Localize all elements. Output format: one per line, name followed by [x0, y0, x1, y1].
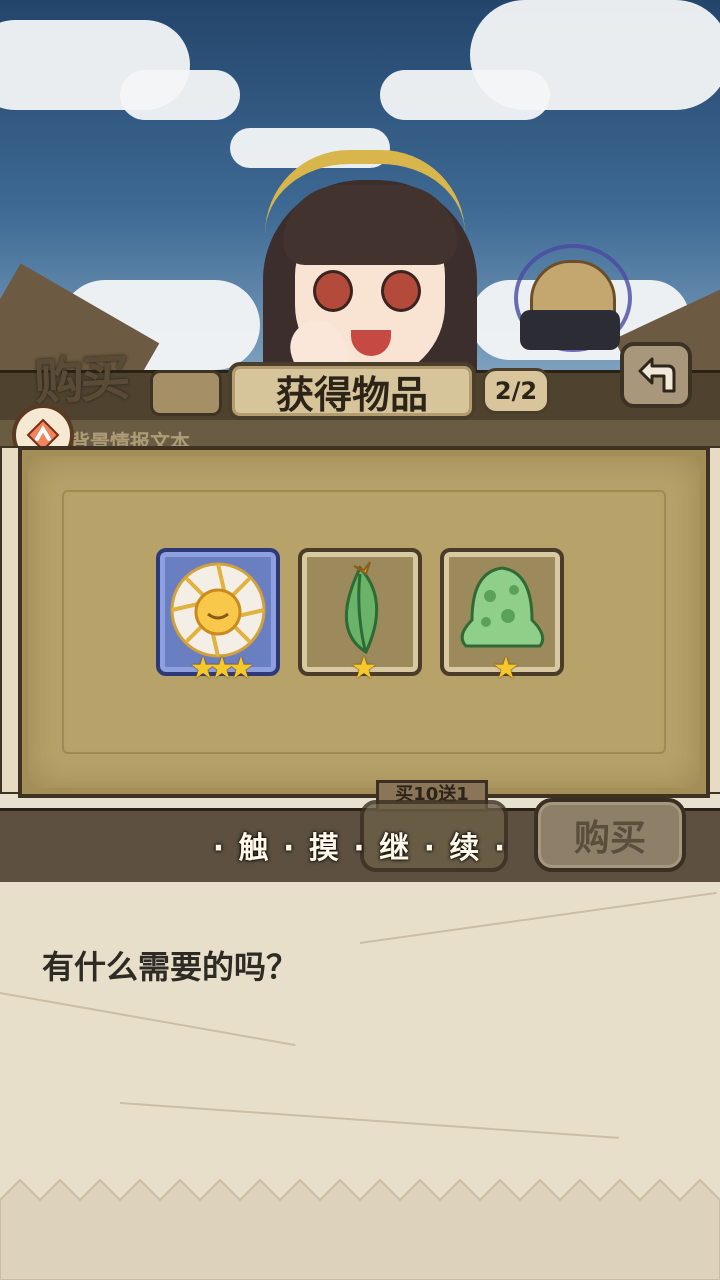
buy-button[interactable]: 购买: [534, 798, 686, 872]
shop-title: 购买: [32, 347, 128, 412]
sun-orb-icon: [170, 562, 266, 658]
reward-item-2[interactable]: ★: [298, 548, 422, 686]
green-slime-egg-icon: [460, 566, 545, 648]
dialog-text: 有什么需要的吗？: [42, 948, 299, 986]
cloud: [120, 70, 240, 120]
reward-item-3[interactable]: ★: [440, 548, 564, 686]
helmet-band: [520, 310, 620, 350]
item-stars: ★: [350, 651, 378, 686]
return-arrow-icon: [638, 357, 676, 393]
texture-line: [119, 1102, 619, 1139]
tab-blank: [150, 370, 222, 416]
texture-line: [359, 891, 717, 944]
item-stars: ★: [492, 651, 520, 686]
back-button[interactable]: [620, 342, 692, 408]
page-indicator: 2/2: [482, 368, 550, 414]
character-eye-right: [381, 270, 421, 312]
cloud: [380, 70, 550, 120]
title-plate: 获得物品: [228, 362, 476, 420]
page-title: 获得物品: [275, 371, 428, 417]
item-stars: ★★★: [189, 651, 255, 686]
helmet-creature: [514, 244, 632, 360]
texture-line: [0, 992, 296, 1047]
reward-item-1[interactable]: ★★★: [156, 548, 280, 686]
character-headband: [265, 150, 465, 234]
tap-to-continue[interactable]: · 触 · 摸 · 继 · 续 ·: [200, 822, 520, 868]
leaf-bud-icon: [344, 561, 379, 655]
zigzag-edge: [0, 1178, 720, 1280]
character-eye-left: [313, 270, 353, 312]
